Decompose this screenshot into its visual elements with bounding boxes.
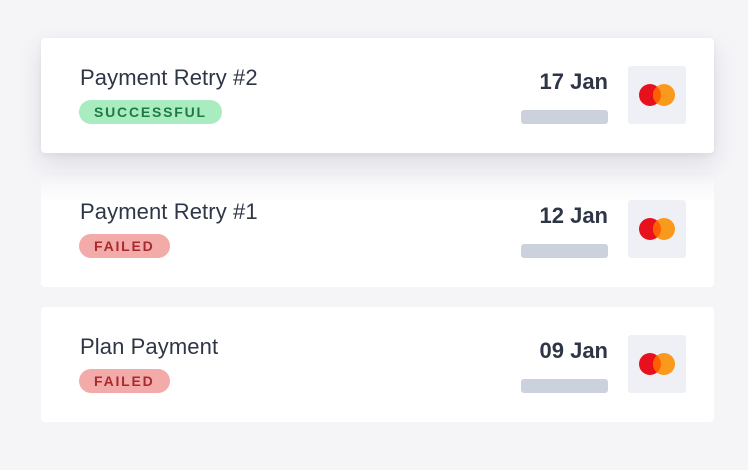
payment-card[interactable]: Payment Retry #1 FAILED 12 Jan [41, 172, 714, 287]
mastercard-icon [639, 84, 675, 106]
payment-title: Payment Retry #1 [80, 199, 258, 224]
status-badge: FAILED [79, 234, 170, 258]
payment-method-tile [628, 66, 686, 124]
payment-method-tile [628, 335, 686, 393]
mastercard-icon [639, 353, 675, 375]
mastercard-icon [639, 218, 675, 240]
status-badge: SUCCESSFUL [79, 100, 222, 124]
payment-title: Plan Payment [80, 334, 219, 359]
placeholder-bar [521, 379, 608, 393]
placeholder-bar [521, 244, 608, 258]
payment-title: Payment Retry #2 [80, 65, 258, 90]
payment-method-tile [628, 200, 686, 258]
payment-date: 09 Jan [539, 338, 609, 363]
payment-date: 12 Jan [539, 203, 609, 228]
payment-date: 17 Jan [539, 69, 609, 94]
payment-card[interactable]: Payment Retry #2 SUCCESSFUL 17 Jan [41, 38, 714, 153]
status-badge: FAILED [79, 369, 170, 393]
placeholder-bar [521, 110, 608, 124]
payment-card[interactable]: Plan Payment FAILED 09 Jan [41, 307, 714, 422]
